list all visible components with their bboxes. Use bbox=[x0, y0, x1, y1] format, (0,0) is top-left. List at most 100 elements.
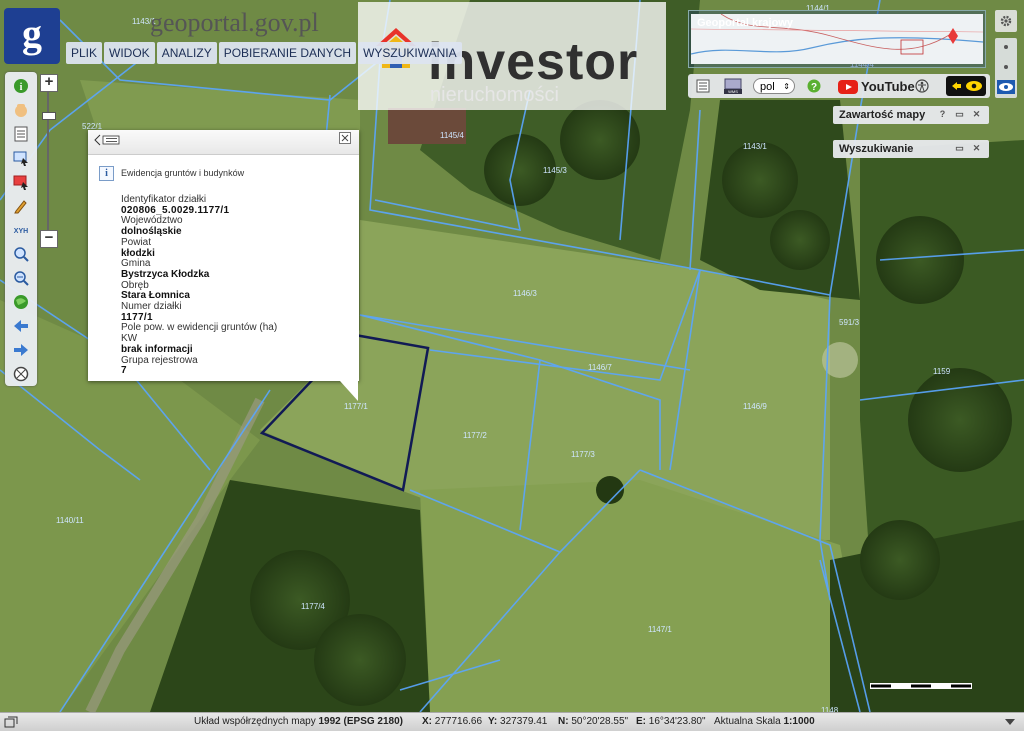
plot-label: 1177/3 bbox=[571, 450, 595, 459]
map-content-panel[interactable]: Zawartość mapy ? ▭ ✕ bbox=[833, 106, 989, 124]
popup-section-title: Ewidencja gruntów i budynków bbox=[121, 168, 245, 178]
scale-readout: Aktualna Skala 1:1000 bbox=[714, 716, 815, 727]
youtube-link[interactable]: YouTube bbox=[838, 78, 915, 95]
scale-label: Aktualna Skala bbox=[714, 716, 781, 727]
pencil-icon[interactable] bbox=[11, 196, 31, 216]
zoom-out-icon[interactable] bbox=[11, 268, 31, 288]
field-value: dolnośląskie bbox=[121, 226, 182, 238]
close-icon[interactable] bbox=[339, 132, 351, 144]
zoom-slider[interactable]: + − bbox=[40, 74, 58, 248]
e-value: 16°34'23.80" bbox=[648, 716, 706, 727]
popup-body[interactable]: i Ewidencja gruntów i budynków Identyfik… bbox=[88, 156, 359, 378]
contrast-eye-icon bbox=[952, 81, 982, 91]
map-content-title: Zawartość mapy bbox=[839, 109, 926, 121]
chevron-down-icon[interactable] bbox=[1004, 718, 1016, 726]
parcel-attributes: Identyfikator działki 020806_5.0029.1177… bbox=[121, 194, 351, 377]
globe-icon[interactable] bbox=[11, 292, 31, 312]
help-icon[interactable]: ? bbox=[937, 109, 948, 120]
menu-pobieranie-danych[interactable]: POBIERANIE DANYCH bbox=[218, 42, 357, 64]
field-label: Grupa rejestrowa bbox=[121, 354, 198, 366]
accessibility-icon[interactable] bbox=[914, 77, 930, 95]
plot-label: 1146/3 bbox=[513, 289, 537, 298]
field-value: 7 bbox=[121, 365, 127, 377]
language-select[interactable]: pol ⇕ bbox=[753, 78, 795, 94]
forward-arrow-icon[interactable] bbox=[11, 340, 31, 360]
search-panel[interactable]: Wyszukiwanie ▭ ✕ bbox=[833, 140, 989, 158]
y-value: 327379.41 bbox=[500, 716, 548, 727]
close-icon[interactable]: ✕ bbox=[971, 109, 982, 120]
plot-label: 1146/9 bbox=[743, 402, 767, 411]
youtube-play-icon bbox=[838, 79, 858, 94]
minimize-icon[interactable]: ▭ bbox=[954, 109, 965, 120]
plot-label: 1177/4 bbox=[301, 602, 325, 611]
zoom-in-button[interactable]: + bbox=[40, 74, 58, 92]
youtube-label: YouTube bbox=[861, 79, 915, 94]
main-menu: PLIK WIDOK ANALIZY POBIERANIE DANYCH WYS… bbox=[66, 42, 462, 64]
field-label: Numer działki bbox=[121, 301, 182, 313]
xy-coordinates-icon[interactable]: XYH bbox=[11, 220, 31, 240]
geoportal-logo[interactable]: g bbox=[4, 8, 60, 64]
menu-analizy[interactable]: ANALIZY bbox=[156, 42, 217, 64]
zoom-handle[interactable] bbox=[42, 112, 56, 120]
back-arrow-icon[interactable] bbox=[11, 316, 31, 336]
eye-icon[interactable] bbox=[997, 80, 1015, 94]
minimize-icon[interactable]: ▭ bbox=[954, 143, 965, 154]
menu-plik[interactable]: PLIK bbox=[66, 42, 103, 64]
full-extent-icon[interactable] bbox=[11, 364, 31, 384]
plot-label: 1145/4 bbox=[440, 131, 464, 140]
select-red-icon[interactable] bbox=[11, 172, 31, 192]
top-right-toolbar: WMS pol ⇕ ? YouTube bbox=[688, 74, 990, 98]
svg-text:WMS: WMS bbox=[728, 89, 738, 94]
y-label: Y: bbox=[488, 716, 498, 727]
zoom-out-button[interactable]: − bbox=[40, 230, 58, 248]
help-icon[interactable]: ? bbox=[806, 77, 822, 95]
x-value: 277716.66 bbox=[434, 716, 483, 727]
scale-value: 1:1000 bbox=[783, 716, 815, 727]
e-readout: E: 16°34'23.80" bbox=[636, 716, 706, 727]
plot-label: 1143/1 bbox=[743, 142, 767, 151]
settings-gear-icon[interactable] bbox=[995, 10, 1017, 32]
language-select-value: pol bbox=[760, 81, 775, 93]
plot-label: 591/3 bbox=[839, 318, 860, 327]
overview-map[interactable]: Geoportal krajowy bbox=[688, 10, 986, 68]
plot-label: 1147/1 bbox=[648, 625, 672, 634]
info-icon: i bbox=[99, 166, 114, 181]
dot-icon[interactable] bbox=[1003, 44, 1009, 50]
plot-label: 1159 bbox=[933, 367, 951, 376]
list-icon[interactable] bbox=[694, 77, 712, 95]
site-brand: geoportal.gov.pl bbox=[150, 8, 319, 37]
field-label: Powiat bbox=[121, 236, 152, 248]
info-tool-icon[interactable]: i bbox=[11, 76, 31, 96]
dot-icon[interactable] bbox=[1003, 64, 1009, 70]
plot-label: 1146/7 bbox=[588, 363, 612, 372]
legend-icon[interactable] bbox=[11, 124, 31, 144]
window-icon[interactable] bbox=[4, 716, 18, 728]
n-label: N: bbox=[558, 716, 569, 727]
high-contrast-button[interactable] bbox=[946, 76, 986, 96]
field-value: brak informacji bbox=[121, 343, 193, 355]
n-readout: N: 50°20'28.55" bbox=[558, 716, 628, 727]
zoom-in-icon[interactable] bbox=[11, 244, 31, 264]
plot-label: 1140/11 bbox=[56, 516, 84, 525]
popup-back-icon[interactable] bbox=[94, 133, 122, 147]
x-readout: X: 277716.66 bbox=[422, 716, 482, 727]
svg-text:?: ? bbox=[811, 82, 817, 93]
select-rectangle-icon[interactable] bbox=[11, 148, 31, 168]
svg-text:XYH: XYH bbox=[14, 228, 28, 235]
search-panel-title: Wyszukiwanie bbox=[839, 143, 914, 155]
menu-widok[interactable]: WIDOK bbox=[104, 42, 155, 64]
close-icon[interactable]: ✕ bbox=[971, 143, 982, 154]
field-value: Bystrzyca Kłodzka bbox=[121, 268, 210, 280]
feature-info-popup: i Ewidencja gruntów i budynków Identyfik… bbox=[88, 130, 359, 381]
overview-map-title: Geoportal krajowy bbox=[697, 17, 793, 29]
plot-label: 1177/1 bbox=[344, 402, 368, 411]
menu-wyszukiwania[interactable]: WYSZUKIWANIA bbox=[358, 42, 462, 64]
investor-subtitle: nieruchomości bbox=[430, 84, 559, 106]
field-value: kłodzki bbox=[121, 247, 155, 259]
popup-pointer bbox=[340, 381, 358, 401]
pan-hand-icon[interactable] bbox=[11, 100, 31, 120]
x-label: X: bbox=[422, 716, 432, 727]
crs-label: Układ współrzędnych mapy bbox=[194, 716, 316, 727]
plot-label: 1145/3 bbox=[543, 166, 567, 175]
wms-icon[interactable]: WMS bbox=[722, 77, 744, 95]
